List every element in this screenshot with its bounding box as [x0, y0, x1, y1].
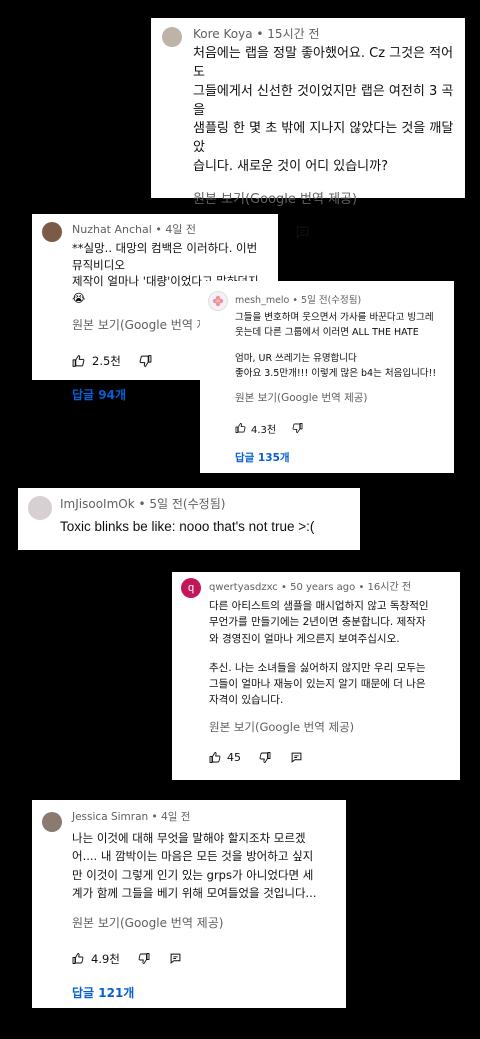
comment-meta: Kore Koya • 15시간 전	[193, 27, 320, 41]
comment-actions: 4.9천	[72, 951, 336, 967]
comment-text: 그들을 변호하며 웃으면서 가사를 바꾼다고 빙그레 웃는데 다른 그룹에서 이…	[235, 312, 437, 380]
thumbs-up-icon[interactable]	[72, 354, 85, 367]
comment-card: ImJisooImOk • 5일 전(수정됨) Toxic blinks be …	[18, 488, 360, 550]
like-count: 2.5천	[92, 353, 121, 368]
comment-time-secondary: 16시간 전	[367, 582, 412, 593]
comment-author[interactable]: ImJisooImOk	[60, 497, 135, 511]
avatar[interactable]	[42, 812, 62, 832]
translate-link[interactable]: 원본 보기(Google 번역 제공)	[235, 390, 446, 405]
comment-card: Kore Koya • 15시간 전 처음에는 랩을 정말 좋아했어요. Cz …	[151, 18, 465, 240]
thumbs-up-icon[interactable]	[209, 751, 221, 763]
comment-text: 다른 아티스트의 샘플을 매시업하지 않고 독창적인 무언가를 만들기에는 2년…	[209, 600, 429, 707]
like-count: 4.9천	[91, 951, 120, 966]
thumbs-down-icon[interactable]	[259, 751, 271, 763]
comment-time[interactable]: 5일 전(수정됨)	[149, 497, 225, 511]
avatar[interactable]	[28, 496, 52, 520]
comment-card: mesh_melo • 5일 전(수정됨) 그들을 변호하며 웃으면서 가사를 …	[200, 281, 454, 473]
avatar[interactable]	[162, 27, 182, 47]
comment-card: q qwertyasdzxc • 50 years ago • 16시간 전 다…	[172, 572, 460, 780]
comment-meta: Nuzhat Anchal • 4일 전	[72, 223, 197, 236]
comment-author[interactable]: qwertyasdzxc	[209, 582, 278, 593]
like-count: 4.3천	[251, 424, 277, 436]
comment-time[interactable]: 50 years ago	[290, 582, 355, 593]
comment-time[interactable]: 4일 전	[165, 223, 196, 236]
comment-actions: 45	[209, 751, 452, 764]
thumbs-up-icon[interactable]	[72, 953, 84, 965]
comment-author[interactable]: Kore Koya	[193, 27, 253, 41]
comment-card: Jessica Simran • 4일 전 나는 이것에 대해 무엇을 말해야 …	[32, 800, 346, 1008]
thumbs-down-icon[interactable]	[138, 953, 150, 965]
comment-time[interactable]: 5일 전(수정됨)	[301, 295, 361, 306]
comment-actions: 4.3천	[235, 421, 446, 436]
comment-reply-icon[interactable]	[170, 953, 181, 964]
translate-link[interactable]: 원본 보기(Google 번역 제공)	[193, 188, 455, 207]
replies-button[interactable]: 답글 135개	[235, 450, 446, 465]
avatar[interactable]: q	[181, 578, 201, 598]
flower-avatar-icon	[212, 295, 224, 307]
comment-reply-icon[interactable]	[296, 226, 309, 239]
comment-meta: mesh_melo • 5일 전(수정됨)	[235, 295, 362, 306]
thumbs-down-icon[interactable]	[292, 423, 303, 434]
comment-author[interactable]: Nuzhat Anchal	[72, 223, 152, 236]
like-count: 45	[227, 750, 241, 764]
comment-text: 나는 이것에 대해 무엇을 말해야 할지조차 모르겠 어.... 내 깜박이는 …	[72, 831, 317, 901]
avatar[interactable]	[42, 222, 62, 242]
avatar[interactable]	[208, 291, 228, 311]
translate-link[interactable]: 원본 보기(Google 번역 제공)	[209, 719, 452, 735]
comment-author[interactable]: Jessica Simran	[72, 811, 148, 823]
comment-reply-icon[interactable]	[291, 752, 302, 763]
comment-meta: ImJisooImOk • 5일 전(수정됨)	[60, 497, 226, 511]
comment-text: 처음에는 랩을 정말 좋아했어요. Cz 그것은 적어도 그들에게서 신선한 것…	[193, 46, 454, 175]
comment-time[interactable]: 4일 전	[161, 811, 190, 823]
comment-time[interactable]: 15시간 전	[267, 27, 319, 41]
comment-text: Toxic blinks be like: nooo that's not tr…	[60, 519, 315, 534]
thumbs-up-icon[interactable]	[235, 423, 246, 434]
comment-author[interactable]: mesh_melo	[235, 295, 289, 306]
translate-link[interactable]: 원본 보기(Google 번역 제공)	[72, 914, 336, 931]
comment-meta: Jessica Simran • 4일 전	[72, 811, 191, 823]
replies-button[interactable]: 답글 121개	[72, 984, 336, 1001]
comment-meta: qwertyasdzxc • 50 years ago • 16시간 전	[209, 582, 412, 593]
thumbs-down-icon[interactable]	[139, 354, 152, 367]
